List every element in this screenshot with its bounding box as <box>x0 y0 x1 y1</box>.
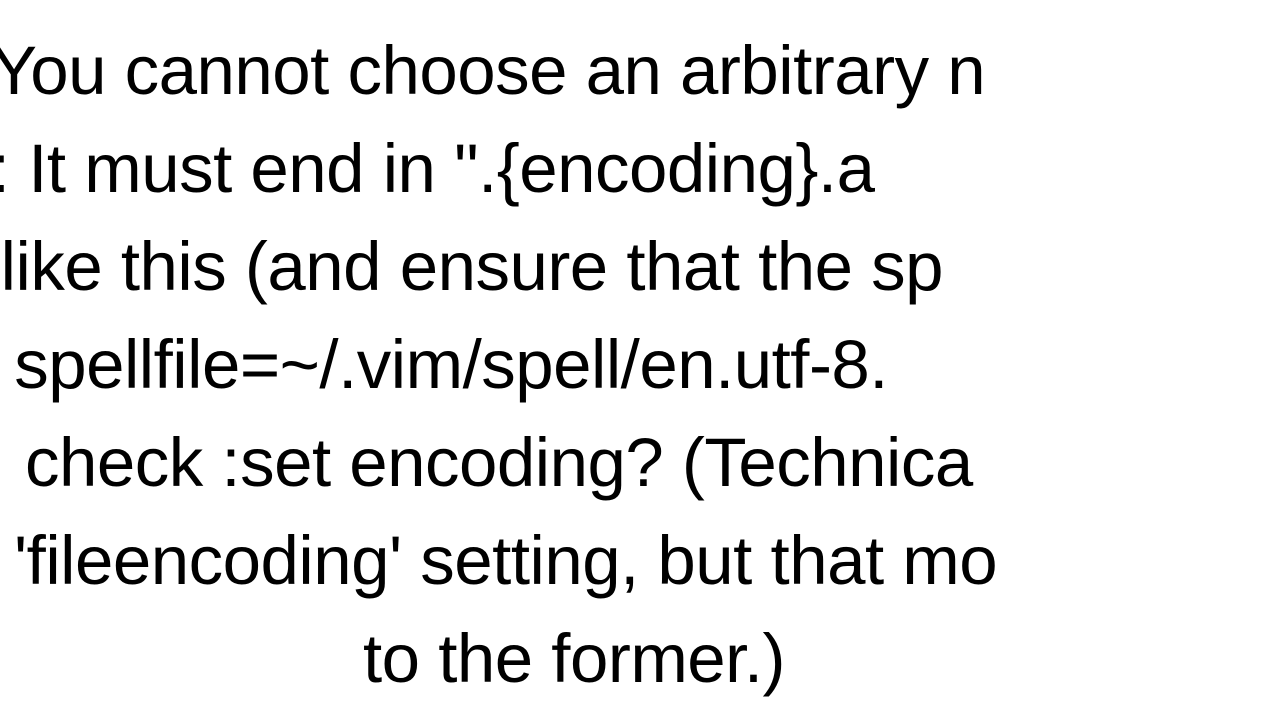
text-line-6: 'fileencoding' setting, but that mo <box>14 512 997 610</box>
text-line-4: set spellfile=~/.vim/spell/en.utf-8. <box>0 316 888 414</box>
text-line-1: You cannot choose an arbitrary n <box>0 22 985 120</box>
text-line-5: check :set encoding? (Technica <box>25 414 973 512</box>
text-line-7: to the former.) <box>363 610 785 708</box>
text-line-2: ays: It must end in ".{encoding}.a <box>0 120 874 218</box>
text-line-3: k like this (and ensure that the sp <box>0 218 943 316</box>
